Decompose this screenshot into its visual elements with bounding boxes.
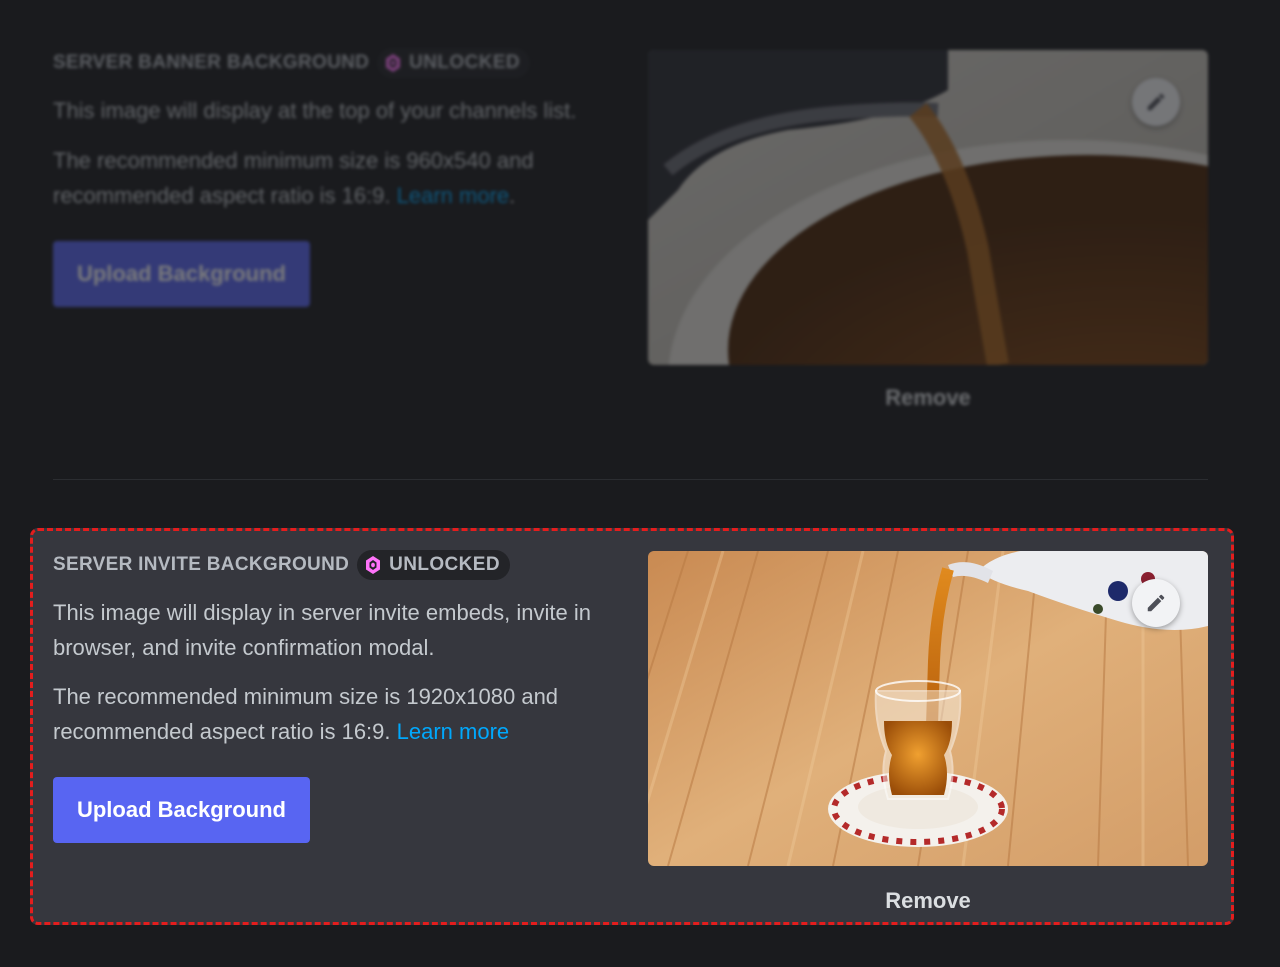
unlocked-badge: UNLOCKED <box>377 48 531 78</box>
boost-gem-icon <box>366 556 381 574</box>
pencil-icon <box>1147 594 1165 612</box>
tea-glass-photo <box>648 551 1208 866</box>
banner-preview-image <box>648 50 1208 365</box>
learn-more-link[interactable]: Learn more <box>397 719 510 744</box>
upload-background-button[interactable]: Upload Background <box>53 777 310 843</box>
invite-section-title: SERVER INVITE BACKGROUND <box>53 554 350 575</box>
server-invite-section: SERVER INVITE BACKGROUND UNLOCKED This i… <box>30 528 1234 925</box>
remove-image-button[interactable]: Remove <box>648 888 1208 914</box>
banner-section-title: SERVER BANNER BACKGROUND <box>53 52 370 73</box>
learn-more-suffix: . <box>509 183 516 208</box>
server-settings-page: SERVER BANNER BACKGROUND UNLOCKED This i… <box>0 0 1280 967</box>
section-divider <box>53 479 1208 480</box>
tea-pour-photo <box>648 50 1208 365</box>
server-banner-section: SERVER BANNER BACKGROUND UNLOCKED This i… <box>0 0 1280 470</box>
banner-heading-row: SERVER BANNER BACKGROUND UNLOCKED <box>53 48 531 78</box>
edit-image-button[interactable] <box>1132 579 1180 627</box>
badge-label: UNLOCKED <box>409 52 521 73</box>
invite-heading-row: SERVER INVITE BACKGROUND UNLOCKED <box>53 550 510 580</box>
unlocked-badge: UNLOCKED <box>357 550 510 580</box>
invite-preview-image <box>648 551 1208 866</box>
invite-description: This image will display in server invite… <box>53 600 591 660</box>
upload-background-button[interactable]: Upload Background <box>53 241 310 307</box>
invite-size-text: The recommended minimum size is 1920x108… <box>53 679 613 749</box>
badge-label: UNLOCKED <box>389 554 500 575</box>
learn-more-link[interactable]: Learn more <box>397 183 510 208</box>
banner-description: This image will display at the top of yo… <box>53 98 577 123</box>
boost-gem-icon <box>386 54 401 72</box>
remove-image-button[interactable]: Remove <box>648 385 1208 411</box>
pencil-icon <box>1147 93 1165 111</box>
banner-size-text: The recommended minimum size is 960x540 … <box>53 143 613 213</box>
edit-image-button[interactable] <box>1132 78 1180 126</box>
